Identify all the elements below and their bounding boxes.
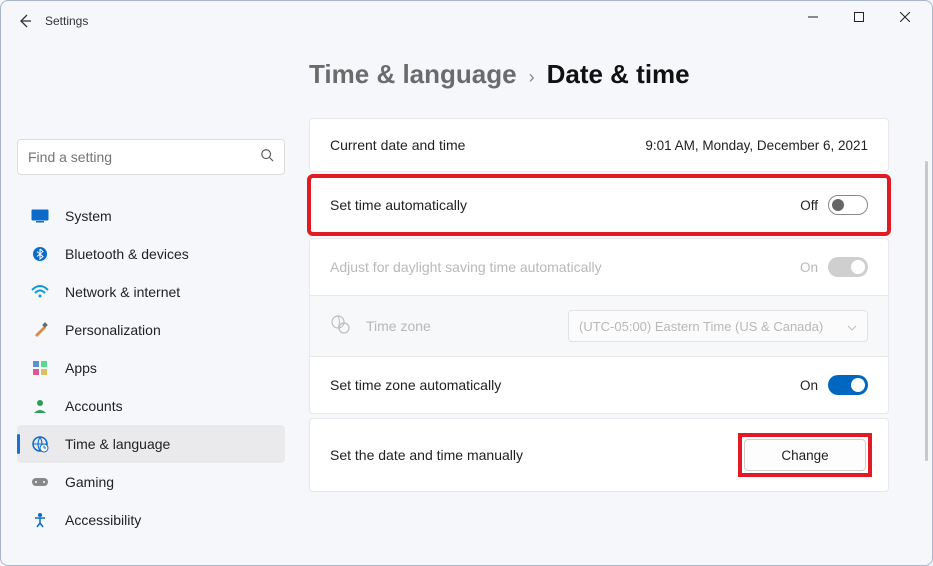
sidebar-item-network[interactable]: Network & internet: [17, 273, 285, 311]
search-icon: [260, 148, 274, 167]
time-zone-select: (UTC-05:00) Eastern Time (US & Canada): [568, 310, 868, 342]
dst-auto-label: Adjust for daylight saving time automati…: [330, 259, 602, 275]
search-input[interactable]: [28, 149, 260, 165]
sidebar-item-label: System: [65, 208, 112, 224]
accessibility-icon: [29, 509, 51, 531]
sidebar-item-label: Time & language: [65, 436, 170, 452]
row-set-manual: Set the date and time manually Change: [310, 419, 888, 491]
change-button-highlight: Change: [742, 437, 868, 473]
set-time-auto-toggle[interactable]: Off: [800, 195, 868, 215]
current-datetime-label: Current date and time: [330, 137, 465, 153]
set-zone-auto-toggle[interactable]: On: [800, 375, 868, 395]
sidebar-item-personalization[interactable]: Personalization: [17, 311, 285, 349]
breadcrumb: Time & language › Date & time: [309, 59, 889, 90]
bluetooth-icon: [29, 243, 51, 265]
sidebar-item-apps[interactable]: Apps: [17, 349, 285, 387]
sidebar-item-bluetooth[interactable]: Bluetooth & devices: [17, 235, 285, 273]
main-pane: Time & language › Date & time Current da…: [301, 41, 932, 565]
close-button[interactable]: [882, 1, 928, 33]
titlebar: Settings: [1, 1, 932, 41]
sidebar-item-accessibility[interactable]: Accessibility: [17, 501, 285, 539]
person-icon: [29, 395, 51, 417]
window-title: Settings: [45, 14, 88, 28]
back-button[interactable]: [9, 5, 41, 37]
set-time-auto-label: Set time automatically: [330, 197, 467, 213]
gamepad-icon: [29, 471, 51, 493]
row-dst-auto: Adjust for daylight saving time automati…: [310, 239, 888, 295]
toggle-switch[interactable]: [828, 375, 868, 395]
maximize-button[interactable]: [836, 1, 882, 33]
search-box[interactable]: [17, 139, 285, 175]
sidebar-item-label: Accessibility: [65, 512, 141, 528]
sidebar-item-system[interactable]: System: [17, 197, 285, 235]
wifi-icon: [29, 281, 51, 303]
set-zone-auto-label: Set time zone automatically: [330, 377, 501, 393]
chevron-right-icon: ›: [529, 67, 535, 88]
time-zone-value: (UTC-05:00) Eastern Time (US & Canada): [579, 319, 823, 334]
sidebar-item-time-language[interactable]: Time & language: [17, 425, 285, 463]
card-datetime: Current date and time 9:01 AM, Monday, D…: [309, 118, 889, 172]
sidebar-item-gaming[interactable]: Gaming: [17, 463, 285, 501]
minimize-button[interactable]: [790, 1, 836, 33]
row-set-zone-auto: Set time zone automatically On: [310, 357, 888, 413]
toggle-state-label: On: [800, 378, 818, 393]
globe-icon: [330, 314, 350, 339]
row-time-zone: Time zone (UTC-05:00) Eastern Time (US &…: [310, 295, 888, 357]
sidebar-item-label: Personalization: [65, 322, 161, 338]
toggle-switch: [828, 257, 868, 277]
sidebar-item-label: Apps: [65, 360, 97, 376]
change-button[interactable]: Change: [744, 439, 866, 471]
row-current-datetime: Current date and time 9:01 AM, Monday, D…: [310, 119, 888, 171]
apps-icon: [29, 357, 51, 379]
sidebar-item-label: Network & internet: [65, 284, 180, 300]
globe-clock-icon: [29, 433, 51, 455]
current-datetime-value: 9:01 AM, Monday, December 6, 2021: [645, 138, 868, 153]
dst-auto-toggle: On: [800, 257, 868, 277]
page-title: Date & time: [547, 59, 690, 90]
sidebar-item-label: Bluetooth & devices: [65, 246, 189, 262]
chevron-down-icon: [847, 319, 857, 334]
sidebar: System Bluetooth & devices Network & int…: [1, 41, 301, 565]
card-zone-group: Adjust for daylight saving time automati…: [309, 238, 889, 414]
time-zone-label: Time zone: [366, 318, 431, 334]
sidebar-item-label: Gaming: [65, 474, 114, 490]
card-manual: Set the date and time manually Change: [309, 418, 889, 492]
set-manual-label: Set the date and time manually: [330, 447, 523, 463]
scrollbar[interactable]: [925, 161, 928, 461]
brush-icon: [29, 319, 51, 341]
nav-list: System Bluetooth & devices Network & int…: [17, 197, 285, 539]
row-set-time-auto: Set time automatically Off: [310, 177, 888, 233]
toggle-state-label: On: [800, 260, 818, 275]
window-controls: [790, 1, 928, 33]
display-icon: [29, 205, 51, 227]
toggle-switch[interactable]: [828, 195, 868, 215]
arrow-left-icon: [17, 13, 33, 29]
breadcrumb-parent[interactable]: Time & language: [309, 59, 517, 90]
sidebar-item-accounts[interactable]: Accounts: [17, 387, 285, 425]
toggle-state-label: Off: [800, 198, 818, 213]
card-auto-time: Set time automatically Off: [309, 176, 889, 234]
sidebar-item-label: Accounts: [65, 398, 123, 414]
